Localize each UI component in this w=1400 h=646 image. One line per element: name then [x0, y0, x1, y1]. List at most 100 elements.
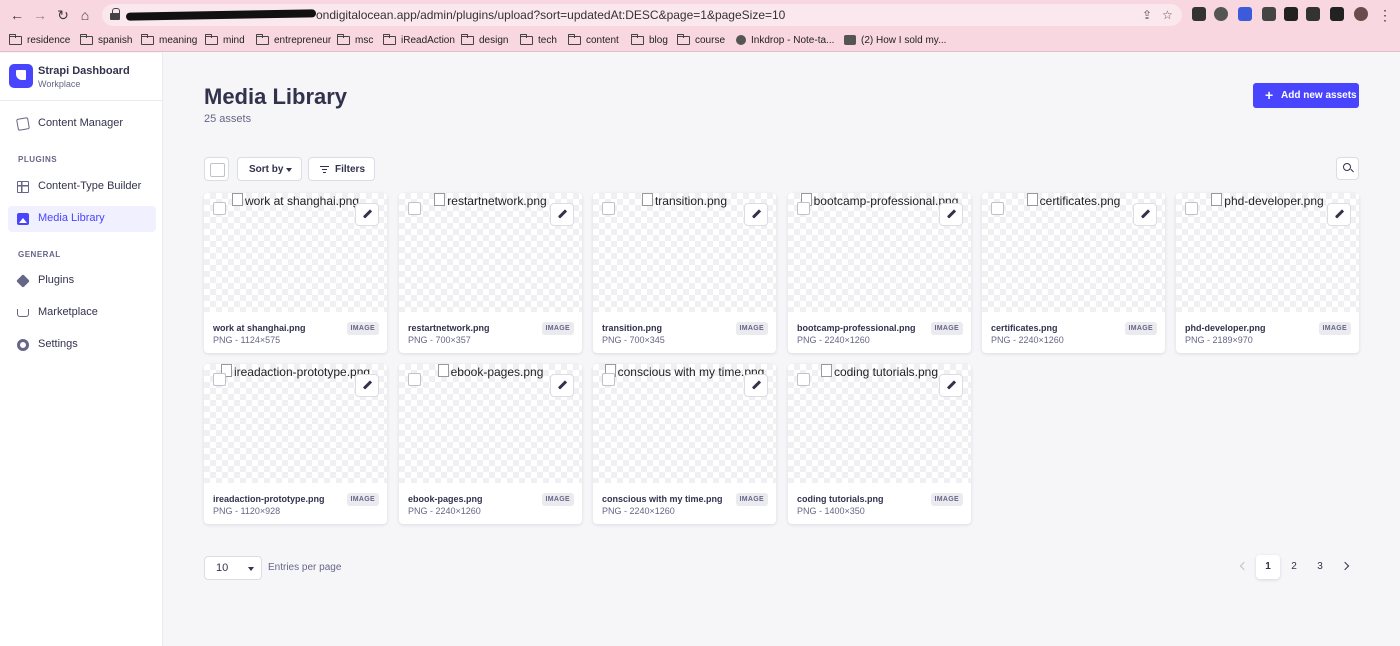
folder-icon — [141, 33, 154, 45]
bookmark-folder[interactable]: meaning — [141, 32, 197, 48]
asset-checkbox[interactable] — [991, 202, 1004, 215]
browser-chrome: ← → ↻ ⌂ ondigitalocean.app/admin/plugins… — [0, 0, 1400, 52]
back-icon[interactable]: ← — [8, 6, 26, 24]
sidebar-item-label: Settings — [38, 338, 78, 350]
page-title: Media Library — [204, 84, 348, 109]
bookmark-folder[interactable]: msc — [337, 32, 373, 48]
asset-checkbox[interactable] — [797, 373, 810, 386]
asset-checkbox[interactable] — [602, 202, 615, 215]
sidebar-item-marketplace[interactable]: Marketplace — [8, 300, 156, 326]
bookmark-folder[interactable]: course — [677, 32, 725, 48]
page-link-1[interactable]: 1 — [1256, 555, 1280, 579]
asset-checkbox[interactable] — [213, 202, 226, 215]
asset-card[interactable]: restartnetwork.png restartnetwork.png PN… — [399, 193, 582, 353]
bookmark-label: (2) How I sold my... — [861, 34, 947, 46]
sidebar-item-content-manager[interactable]: Content Manager — [8, 111, 156, 137]
next-page-icon[interactable] — [1340, 561, 1350, 571]
address-bar[interactable]: ondigitalocean.app/admin/plugins/upload?… — [102, 4, 1182, 26]
filters-button[interactable]: Filters — [308, 157, 375, 181]
bookmark-label: residence — [27, 34, 71, 46]
extension-icon[interactable] — [1214, 7, 1228, 21]
page-link-3[interactable]: 3 — [1308, 555, 1332, 579]
asset-card[interactable]: transition.png transition.png PNG - 700×… — [593, 193, 776, 353]
asset-card[interactable]: bootcamp-professional.png bootcamp-profe… — [788, 193, 971, 353]
asset-checkbox[interactable] — [1185, 202, 1198, 215]
sidebar-item-media-library[interactable]: Media Library — [8, 206, 156, 232]
avatar[interactable] — [1354, 7, 1368, 21]
reading-list-icon[interactable] — [1306, 7, 1320, 21]
reload-icon[interactable]: ↻ — [54, 6, 72, 24]
asset-type-badge: IMAGE — [1318, 322, 1351, 335]
edit-asset-button[interactable] — [1327, 203, 1351, 226]
edit-asset-button[interactable] — [939, 374, 963, 397]
bookmark-folder[interactable]: iReadAction — [383, 32, 455, 48]
asset-checkbox[interactable] — [602, 373, 615, 386]
asset-checkbox[interactable] — [408, 202, 421, 215]
edit-asset-button[interactable] — [744, 374, 768, 397]
bookmark-star-icon[interactable]: ☆ — [1162, 8, 1173, 22]
sidepanel-icon[interactable] — [1330, 7, 1344, 21]
select-all-checkbox[interactable] — [204, 157, 229, 181]
asset-card[interactable]: coding tutorials.png coding tutorials.pn… — [788, 364, 971, 524]
forward-icon[interactable]: → — [31, 6, 49, 24]
edit-asset-button[interactable] — [550, 203, 574, 226]
search-button[interactable] — [1336, 157, 1359, 180]
asset-meta: PNG - 1120×928 — [213, 506, 281, 516]
asset-type-badge: IMAGE — [541, 493, 574, 506]
redacted-url-part — [125, 9, 317, 21]
bookmark-folder[interactable]: entrepreneur — [256, 32, 331, 48]
bookmark-label: meaning — [159, 34, 198, 46]
workspace-header[interactable]: Strapi Dashboard Workplace — [0, 53, 162, 101]
page-link-2[interactable]: 2 — [1282, 555, 1306, 579]
share-icon[interactable]: ⇪ — [1142, 8, 1152, 22]
edit-asset-button[interactable] — [1133, 203, 1157, 226]
menu-icon[interactable]: ⋮ — [1376, 6, 1394, 24]
extension-icon[interactable] — [1238, 7, 1252, 21]
asset-card[interactable]: ireadaction-prototype.png ireadaction-pr… — [204, 364, 387, 524]
prev-page-icon[interactable] — [1239, 561, 1249, 571]
asset-card[interactable]: conscious with my time.png conscious wit… — [593, 364, 776, 524]
sidebar-item-settings[interactable]: Settings — [8, 332, 156, 358]
home-icon[interactable]: ⌂ — [76, 6, 94, 24]
add-new-assets-button[interactable]: + Add new assets — [1253, 83, 1359, 108]
bookmark-folder[interactable]: design — [461, 32, 508, 48]
bookmark-folder[interactable]: content — [568, 32, 619, 48]
asset-checkbox[interactable] — [408, 373, 421, 386]
browser-toolbar: ← → ↻ ⌂ ondigitalocean.app/admin/plugins… — [0, 0, 1400, 30]
folder-icon — [631, 33, 644, 45]
edit-asset-button[interactable] — [355, 203, 379, 226]
extension-icon[interactable] — [1192, 7, 1206, 21]
bookmark-label: course — [695, 34, 726, 46]
sort-by-button[interactable]: Sort by — [237, 157, 302, 181]
workspace-title: Strapi Dashboard — [38, 65, 130, 77]
asset-name: bootcamp-professional.png — [797, 323, 916, 333]
asset-name: conscious with my time.png — [602, 494, 723, 504]
bookmark-label: msc — [355, 34, 374, 46]
extension-icon[interactable] — [1262, 7, 1276, 21]
sidebar-item-plugins[interactable]: Plugins — [8, 268, 156, 294]
asset-meta: PNG - 1124×575 — [213, 335, 281, 345]
puzzle-icon[interactable] — [1284, 7, 1298, 21]
asset-checkbox[interactable] — [213, 373, 226, 386]
page-size-value: 10 — [216, 562, 229, 574]
bookmark-folder[interactable]: residence — [9, 32, 70, 48]
asset-card[interactable]: phd-developer.png phd-developer.png PNG … — [1176, 193, 1359, 353]
edit-asset-button[interactable] — [355, 374, 379, 397]
asset-checkbox[interactable] — [797, 202, 810, 215]
sidebar-item-content-type-builder[interactable]: Content-Type Builder — [8, 174, 156, 200]
edit-asset-button[interactable] — [939, 203, 963, 226]
asset-name: certificates.png — [991, 323, 1058, 333]
asset-card[interactable]: certificates.png certificates.png PNG - … — [982, 193, 1165, 353]
page-size-select[interactable]: 10 — [204, 556, 262, 580]
asset-card[interactable]: work at shanghai.png work at shanghai.pn… — [204, 193, 387, 353]
asset-type-badge: IMAGE — [1124, 322, 1157, 335]
bookmark-folder[interactable]: blog — [631, 32, 668, 48]
bookmark-link[interactable]: Inkdrop - Note-ta... — [736, 32, 834, 48]
bookmark-folder[interactable]: spanish — [80, 32, 132, 48]
bookmark-link[interactable]: (2) How I sold my... — [844, 32, 946, 48]
bookmark-folder[interactable]: tech — [520, 32, 557, 48]
edit-asset-button[interactable] — [744, 203, 768, 226]
edit-asset-button[interactable] — [550, 374, 574, 397]
bookmark-folder[interactable]: mind — [205, 32, 245, 48]
asset-card[interactable]: ebook-pages.png ebook-pages.png PNG - 22… — [399, 364, 582, 524]
